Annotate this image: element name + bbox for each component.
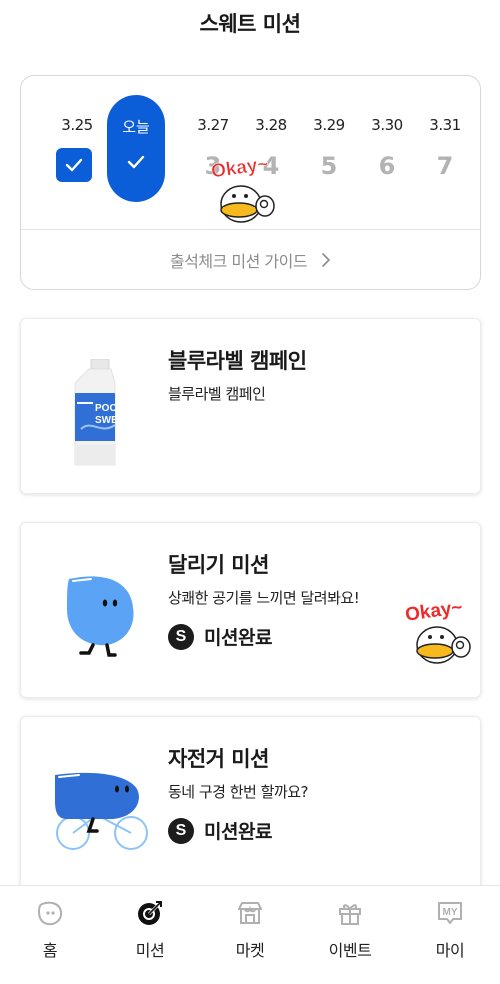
nav-item-event[interactable]: 이벤트: [300, 886, 400, 984]
attendance-day-number: 7: [436, 152, 454, 180]
event-gift-icon: [336, 899, 364, 927]
running-water-drop-character: [67, 576, 134, 657]
okay-duck-sticker: Okay~: [210, 154, 275, 223]
attendance-day-today[interactable]: 오늘: [107, 95, 165, 202]
okay-duck-sticker: Okay~: [404, 597, 471, 664]
mission-card-bluelabel[interactable]: POC SWE 블루라벨 캠페인 블루라벨 캠페인: [20, 318, 481, 494]
bottom-nav: 홈 미션 마켓 이벤트 MY 마이: [0, 885, 500, 984]
attendance-date: 3.30: [371, 116, 403, 134]
attendance-date: 3.27: [197, 116, 229, 134]
mission-complete-label: 미션완료: [204, 821, 272, 843]
bottle-label-text: POC: [95, 403, 117, 414]
attendance-date: 3.29: [313, 116, 345, 134]
my-page-icon: MY: [436, 899, 464, 927]
market-store-icon: [236, 899, 264, 927]
check-icon: [107, 155, 165, 169]
attendance-date: 3.28: [255, 116, 287, 134]
mission-complete-badge: S 미션완료: [168, 817, 272, 844]
mission-complete-label: 미션완료: [204, 627, 272, 649]
mission-title: 달리기 미션: [168, 553, 269, 577]
attendance-date: 오늘: [122, 118, 150, 136]
nav-label: 홈: [42, 941, 58, 960]
pocari-bottle-image: POC SWE: [74, 359, 118, 466]
nav-label: 미션: [135, 941, 165, 960]
nav-label: 이벤트: [328, 941, 372, 960]
mission-complete-badge: S 미션완료: [168, 623, 272, 650]
attendance-day-number: 6: [378, 152, 396, 180]
sticker-text: Okay~: [210, 154, 270, 183]
sweat-coin-icon: S: [168, 817, 194, 844]
mission-title: 블루라벨 캠페인: [168, 349, 307, 373]
mission-description: 블루라벨 캠페인: [168, 385, 266, 403]
nav-item-home[interactable]: 홈: [0, 886, 100, 984]
chevron-right-icon: [322, 253, 330, 267]
attendance-date: 3.25: [61, 116, 93, 134]
page-title: 스웨트 미션: [199, 12, 301, 36]
mission-title: 자전거 미션: [168, 747, 269, 771]
nav-label: 마켓: [235, 941, 265, 960]
sweat-coin-icon: S: [168, 623, 194, 650]
sticker-text: Okay~: [404, 597, 464, 626]
attendance-guide-link[interactable]: 출석체크 미션 가이드: [21, 229, 480, 290]
attendance-card: 3.25 오늘 3.27 3 3.28 4 3.29 5 3.30 6 3.31…: [20, 75, 481, 290]
bottle-label-text: SWE: [95, 415, 118, 426]
mission-target-icon: [136, 899, 164, 927]
nav-item-my[interactable]: MY 마이: [400, 886, 500, 984]
nav-item-mission[interactable]: 미션: [100, 886, 200, 984]
nav-label: 마이: [435, 941, 465, 960]
mission-description: 동네 구경 한번 할까요?: [168, 783, 308, 801]
attendance-day-number: 5: [320, 152, 338, 180]
attendance-days: 3.25 오늘 3.27 3 3.28 4 3.29 5 3.30 6 3.31…: [21, 76, 480, 231]
check-icon: [56, 148, 92, 182]
attendance-date: 3.31: [429, 116, 461, 134]
header: 스웨트 미션: [0, 0, 500, 46]
mission-description: 상쾌한 공기를 느끼면 달려봐요!: [168, 589, 360, 607]
guide-label: 출석체크 미션 가이드: [169, 252, 308, 271]
nav-item-market[interactable]: 마켓: [200, 886, 300, 984]
my-icon-text: MY: [443, 907, 458, 918]
home-face-icon: [36, 899, 64, 927]
mission-card-bicycle[interactable]: 자전거 미션 동네 구경 한번 할까요? S 미션완료: [20, 716, 481, 892]
mission-card-running[interactable]: 달리기 미션 상쾌한 공기를 느끼면 달려봐요! S 미션완료 Okay~: [20, 522, 481, 698]
bicycle-water-drop-character: [55, 772, 148, 850]
